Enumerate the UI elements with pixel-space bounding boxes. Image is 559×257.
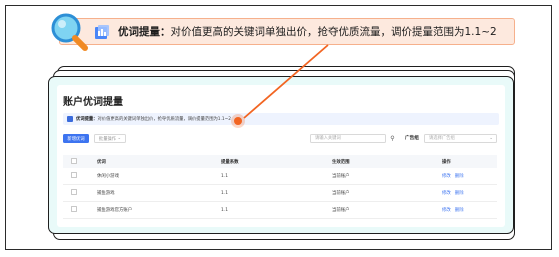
account-keyword-card: 账户优词提量 优词提量： 对价值更高的关键词单独出价，抢夺优质流量，调价提量范围…: [48, 76, 514, 234]
scope-cell: 当前账户: [332, 184, 442, 202]
notice-text: 对价值更高的关键词单独出价，抢夺优质流量，调价提量范围为1.1~2: [97, 117, 231, 122]
table-header-row: 优词 提量系数 生效范围 操作: [63, 155, 497, 168]
actions-cell: 修改 删除: [442, 168, 497, 185]
select-all-checkbox[interactable]: [63, 155, 97, 168]
edit-link[interactable]: 修改: [442, 191, 451, 196]
header-coefficient: 提量系数: [221, 159, 239, 165]
row-checkbox[interactable]: [63, 184, 97, 202]
header-actions: 操作: [442, 159, 451, 165]
delete-link[interactable]: 删除: [455, 191, 464, 196]
table-row: 休闲小游戏 1.1 当前账户 修改 删除: [63, 168, 497, 185]
callout-description: 对价值更高的关键词单独出价，抢夺优质流量，调价提量范围为1.1~2: [170, 26, 497, 38]
edit-link[interactable]: 修改: [442, 208, 451, 213]
feature-callout: 优词提量： 对价值更高的关键词单独出价，抢夺优质流量，调价提量范围为1.1~2: [59, 18, 515, 45]
actions-cell: 修改 删除: [442, 201, 497, 219]
ad-group-select[interactable]: 请选择广告组 ⌄: [424, 134, 497, 143]
row-checkbox[interactable]: [63, 201, 97, 219]
chevron-down-icon: ⌄: [116, 136, 122, 141]
row-checkbox[interactable]: [63, 168, 97, 185]
keyword-cell: 捕鱼游戏: [97, 184, 221, 202]
delete-link[interactable]: 删除: [455, 208, 464, 213]
magnifier-icon: [51, 13, 88, 51]
coefficient-cell: 1.1: [221, 201, 332, 219]
notice-bar: 优词提量： 对价值更高的关键词单独出价，抢夺优质流量，调价提量范围为1.1~2: [63, 113, 499, 125]
page-title: 账户优词提量: [63, 97, 123, 108]
search-icon[interactable]: ⚲: [388, 134, 397, 143]
notice-title: 优词提量：: [76, 117, 98, 122]
notice-icon: [67, 116, 73, 122]
batch-operation-button[interactable]: 批量操作 ⌄: [94, 134, 126, 143]
ad-group-placeholder: 请选择广告组: [429, 136, 455, 141]
table-row: 捕鱼游戏 1.1 当前账户 修改 删除: [63, 184, 497, 202]
keyword-search-input[interactable]: 请输入关键词: [310, 134, 386, 143]
ad-group-label: 广告组: [405, 136, 419, 141]
feature-icon: [95, 24, 109, 39]
coefficient-cell: 1.1: [221, 184, 332, 202]
delete-link[interactable]: 删除: [455, 174, 464, 179]
table-row: 捕鱼游戏官方账户 1.1 当前账户 修改 删除: [63, 201, 497, 219]
header-keyword: 优词: [97, 159, 106, 165]
callout-title: 优词提量：: [118, 26, 171, 38]
add-keyword-button[interactable]: 新增优词: [63, 134, 89, 143]
card-inner: 账户优词提量 优词提量： 对价值更高的关键词单独出价，抢夺优质流量，调价提量范围…: [57, 85, 505, 227]
edit-link[interactable]: 修改: [442, 174, 451, 179]
header-scope: 生效范围: [332, 159, 350, 165]
keyword-cell: 休闲小游戏: [97, 168, 221, 185]
chevron-down-icon: ⌄: [489, 136, 493, 141]
keyword-cell: 捕鱼游戏官方账户: [97, 201, 221, 219]
actions-cell: 修改 删除: [442, 184, 497, 202]
keyword-table: 优词 提量系数 生效范围 操作 休闲小游戏 1.1 当前账户 修改 删除 捕鱼游…: [63, 155, 497, 219]
scope-cell: 当前账户: [332, 201, 442, 219]
coefficient-cell: 1.1: [221, 168, 332, 185]
scope-cell: 当前账户: [332, 168, 442, 185]
batch-button-label: 批量操作: [98, 136, 117, 142]
